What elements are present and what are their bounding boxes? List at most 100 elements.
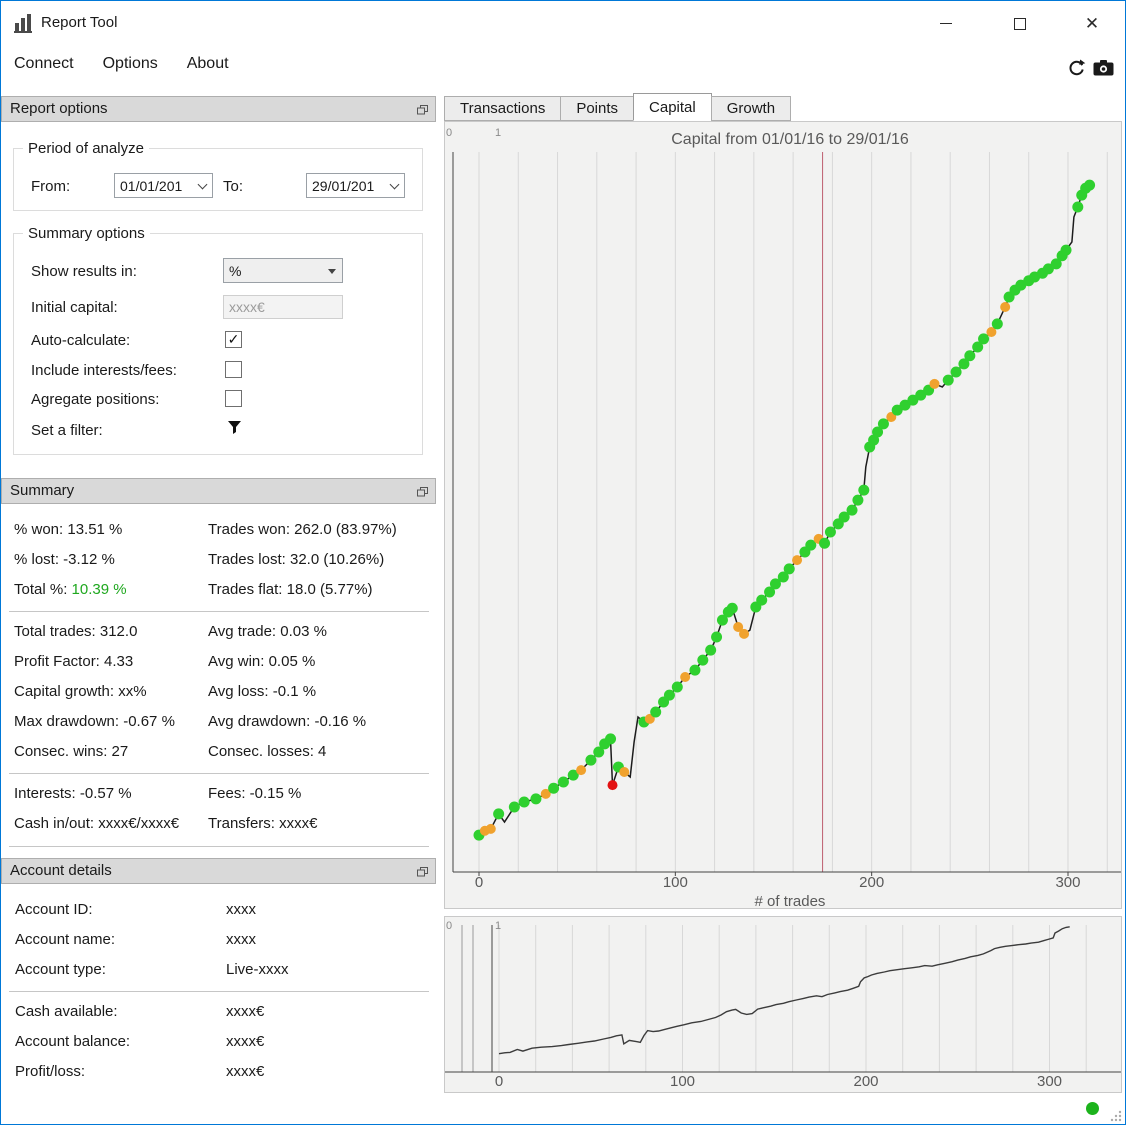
summary-row: Cash in/out: xxxx€/xxxx€ Transfers: xxxx€	[14, 815, 318, 832]
summary-row: Capital growth: xx% Avg loss: -0.1 %	[14, 683, 317, 700]
auto-calculate-checkbox[interactable]: ✓	[225, 331, 242, 348]
tab-points[interactable]: Points	[560, 96, 635, 121]
initial-capital-label: Initial capital:	[31, 299, 118, 316]
undock-icon[interactable]	[417, 105, 428, 115]
account-row: Account balance: xxxx€	[15, 1033, 265, 1050]
maximize-icon	[1014, 17, 1026, 30]
svg-text:100: 100	[663, 874, 688, 891]
menu-bar: Connect Options About	[1, 46, 1126, 82]
separator	[9, 611, 429, 612]
svg-text:300: 300	[1055, 874, 1080, 891]
connection-status-indicator	[1086, 1102, 1099, 1115]
account-details-header: Account details	[1, 858, 436, 884]
report-tool-window: { "window": { "title": "Report Tool" }, …	[0, 0, 1126, 1125]
summary-row: Max drawdown: -0.67 % Avg drawdown: -0.16…	[14, 713, 367, 730]
menu-item-about[interactable]: About	[185, 52, 231, 76]
tab-transactions[interactable]: Transactions	[444, 96, 562, 121]
close-icon: ✕	[1084, 14, 1100, 33]
summary-row: Total trades: 312.0 Avg trade: 0.03 %	[14, 623, 327, 640]
account-details-title: Account details	[10, 862, 112, 879]
separator	[9, 773, 429, 774]
summary-row: Profit Factor: 4.33 Avg win: 0.05 %	[14, 653, 316, 670]
tab-bar: Transactions Points Capital Growth	[444, 93, 792, 121]
period-group-label: Period of analyze	[23, 140, 149, 157]
svg-text:Capital from 01/01/16 to 29/01: Capital from 01/01/16 to 29/01/16	[671, 131, 909, 148]
svg-text:300: 300	[1037, 1073, 1062, 1090]
account-block-2: Cash available: xxxx€ Account balance: xxxx…	[1, 997, 436, 1087]
agregate-positions-checkbox[interactable]	[225, 390, 242, 407]
summary-block-3: Interests: -0.57 % Fees: -0.15 % Cash in/o…	[1, 779, 436, 839]
svg-text:200: 200	[853, 1073, 878, 1090]
undock-icon[interactable]	[417, 487, 428, 497]
to-date-combobox[interactable]: 29/01/201	[306, 173, 405, 198]
menu-item-connect[interactable]: Connect	[12, 52, 76, 76]
resize-grip[interactable]	[1109, 1109, 1122, 1122]
tab-growth[interactable]: Growth	[710, 96, 792, 121]
to-label: To:	[223, 178, 244, 195]
summary-row: Total %: 10.39 % Trades flat: 18.0 (5.77%…	[14, 581, 373, 598]
app-icon	[11, 11, 35, 35]
minimize-button[interactable]	[923, 1, 969, 46]
svg-text:1: 1	[495, 920, 501, 932]
account-row: Cash available: xxxx€	[15, 1003, 265, 1020]
svg-text:1: 1	[495, 127, 501, 139]
show-results-value: %	[229, 263, 242, 279]
capital-chart-svg: 0 100 200 300 Capital from 01/01/16 to 29/01…	[446, 127, 1121, 908]
undock-icon[interactable]	[417, 867, 428, 877]
summary-block-2: Total trades: 312.0 Avg trade: 0.03 % Prof…	[1, 617, 436, 767]
minimize-icon	[940, 23, 952, 24]
summary-row: % won: 13.51 % Trades won: 262.0 (83.97%)	[14, 521, 397, 538]
menu-item-options[interactable]: Options	[101, 52, 160, 76]
account-row: Account type: Live-xxxx	[15, 961, 289, 978]
from-date-combobox[interactable]: 01/01/201	[114, 173, 213, 198]
include-interests-checkbox[interactable]	[225, 361, 242, 378]
summary-title: Summary	[10, 482, 75, 499]
account-row: Account ID: xxxx	[15, 901, 256, 918]
from-label: From:	[31, 178, 71, 195]
show-results-combobox[interactable]: %	[223, 258, 343, 283]
agregate-positions-label: Agregate positions:	[31, 391, 160, 408]
separator	[9, 991, 429, 992]
report-options-header: Report options	[1, 96, 436, 122]
svg-text:0: 0	[446, 920, 452, 932]
maximize-button[interactable]	[997, 1, 1043, 46]
account-row: Profit/loss: xxxx€	[15, 1063, 265, 1080]
camera-icon	[1093, 60, 1114, 76]
summary-options-label: Summary options	[23, 225, 150, 242]
svg-text:100: 100	[670, 1073, 695, 1090]
filter-button[interactable]	[227, 420, 242, 435]
include-interests-label: Include interests/fees:	[31, 362, 177, 379]
chevron-down-icon	[389, 179, 400, 190]
refresh-icon	[1069, 59, 1086, 76]
summary-row: Interests: -0.57 % Fees: -0.15 %	[14, 785, 302, 802]
initial-capital-input[interactable]	[223, 295, 343, 319]
chevron-down-icon	[197, 179, 208, 190]
svg-text:200: 200	[859, 874, 884, 891]
close-button[interactable]: ✕	[1069, 1, 1115, 46]
to-date-value: 29/01/201	[312, 178, 375, 194]
svg-text:0: 0	[446, 127, 452, 139]
capital-overview-chart: 0 100 200 300 0 1	[444, 916, 1122, 1093]
dropdown-arrow-icon	[328, 269, 336, 274]
summary-header: Summary	[1, 478, 436, 504]
filter-icon	[228, 421, 241, 434]
set-filter-label: Set a filter:	[31, 422, 103, 439]
account-row: Account name: xxxx	[15, 931, 256, 948]
auto-calculate-label: Auto-calculate:	[31, 332, 131, 349]
separator	[9, 846, 429, 847]
account-block-1: Account ID: xxxx Account name: xxxx Account …	[1, 895, 436, 985]
from-date-value: 01/01/201	[120, 178, 183, 194]
svg-text:0: 0	[495, 1073, 503, 1090]
show-results-label: Show results in:	[31, 263, 137, 280]
summary-row: Consec. wins: 27 Consec. losses: 4	[14, 743, 327, 760]
summary-block-1: % won: 13.51 % Trades won: 262.0 (83.97%)…	[1, 515, 436, 605]
window-title: Report Tool	[41, 14, 118, 31]
svg-text:# of trades: # of trades	[755, 893, 826, 908]
refresh-button[interactable]	[1067, 58, 1086, 77]
capital-overview-svg: 0 100 200 300 0 1	[445, 920, 1121, 1090]
summary-row: % lost: -3.12 % Trades lost: 32.0 (10.26%…	[14, 551, 385, 568]
tab-capital[interactable]: Capital	[633, 93, 712, 121]
camera-button[interactable]	[1093, 60, 1114, 76]
capital-chart: 0 100 200 300 Capital from 01/01/16 to 29/01…	[444, 121, 1122, 909]
report-options-title: Report options	[10, 100, 108, 117]
